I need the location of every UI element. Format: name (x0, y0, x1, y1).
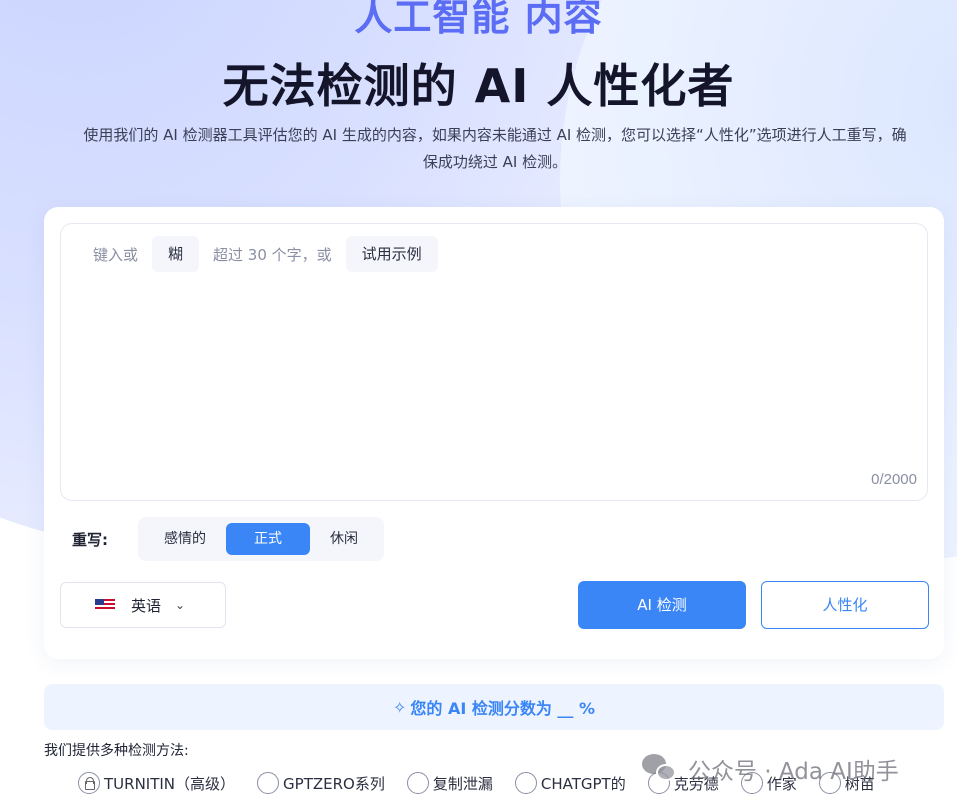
radio-button[interactable] (257, 772, 280, 794)
hero-description: 使用我们的 AI 检测器工具评估您的 AI 生成的内容，如果内容未能通过 AI … (83, 126, 907, 171)
method-copyleaks[interactable]: 复制泄漏 (406, 772, 493, 794)
lock-icon[interactable] (78, 772, 100, 794)
tone-formal-button[interactable]: 正式 (226, 523, 310, 555)
method-turnitin[interactable]: TURNITIN（高级） (78, 772, 235, 794)
method-label: CHATGPT的 (540, 774, 626, 793)
method-gptzero[interactable]: GPTZERO系列 (257, 772, 385, 794)
detection-score-text: 您的 AI 检测分数为 __ % (410, 699, 596, 718)
chevron-down-icon: ⌄ (175, 598, 186, 612)
page-title: 无法检测的 AI 人性化者 (222, 59, 735, 113)
sparkle-icon: ✧ (392, 697, 407, 717)
detector-card: 键入或 糊 超过 30 个字，或 试用示例 0/2000 重写: 感情的 正式 … (44, 207, 944, 659)
method-chatgpt[interactable]: CHATGPT的 (514, 772, 626, 794)
watermark: 公众号 · Ada AI助手 (642, 752, 899, 786)
ai-detect-button[interactable]: AI 检测 (578, 581, 746, 629)
text-editor[interactable]: 键入或 糊 超过 30 个字，或 试用示例 0/2000 (60, 223, 928, 501)
hint-prefix: 键入或 (93, 245, 139, 264)
method-label: GPTZERO系列 (283, 774, 385, 793)
detection-score-bar: ✧ 您的 AI 检测分数为 __ % (44, 684, 944, 730)
hero-top-line: 人工智能 内容 (354, 0, 603, 39)
rewrite-row: 重写: 感情的 正式 休闲 (72, 517, 384, 561)
humanize-button[interactable]: 人性化 (761, 581, 929, 629)
page-content: 人工智能 内容 无法检测的 AI 人性化者 使用我们的 AI 检测器工具评估您的… (0, 0, 957, 808)
methods-title: 我们提供多种检测方法: (44, 743, 189, 759)
radio-button[interactable] (514, 772, 537, 794)
hint-middle: 超过 30 个字，或 (213, 245, 332, 264)
tone-selector: 感情的 正式 休闲 (138, 517, 384, 561)
tone-casual-button[interactable]: 休闲 (310, 523, 378, 555)
wechat-icon (642, 754, 678, 784)
radio-button[interactable] (406, 772, 429, 794)
editor-hint-row: 键入或 糊 超过 30 个字，或 试用示例 (93, 236, 438, 272)
language-select[interactable]: 英语 ⌄ (60, 582, 226, 628)
us-flag-icon (95, 599, 115, 611)
method-label: 复制泄漏 (432, 774, 493, 793)
paste-button[interactable]: 糊 (152, 236, 200, 272)
watermark-text: 公众号 · Ada AI助手 (688, 759, 899, 785)
try-sample-button[interactable]: 试用示例 (345, 236, 438, 272)
character-counter: 0/2000 (871, 471, 917, 488)
method-label: TURNITIN（高级） (104, 774, 236, 793)
language-selected-value: 英语 (131, 596, 162, 615)
rewrite-label: 重写: (72, 530, 108, 549)
tone-emotional-button[interactable]: 感情的 (144, 523, 226, 555)
